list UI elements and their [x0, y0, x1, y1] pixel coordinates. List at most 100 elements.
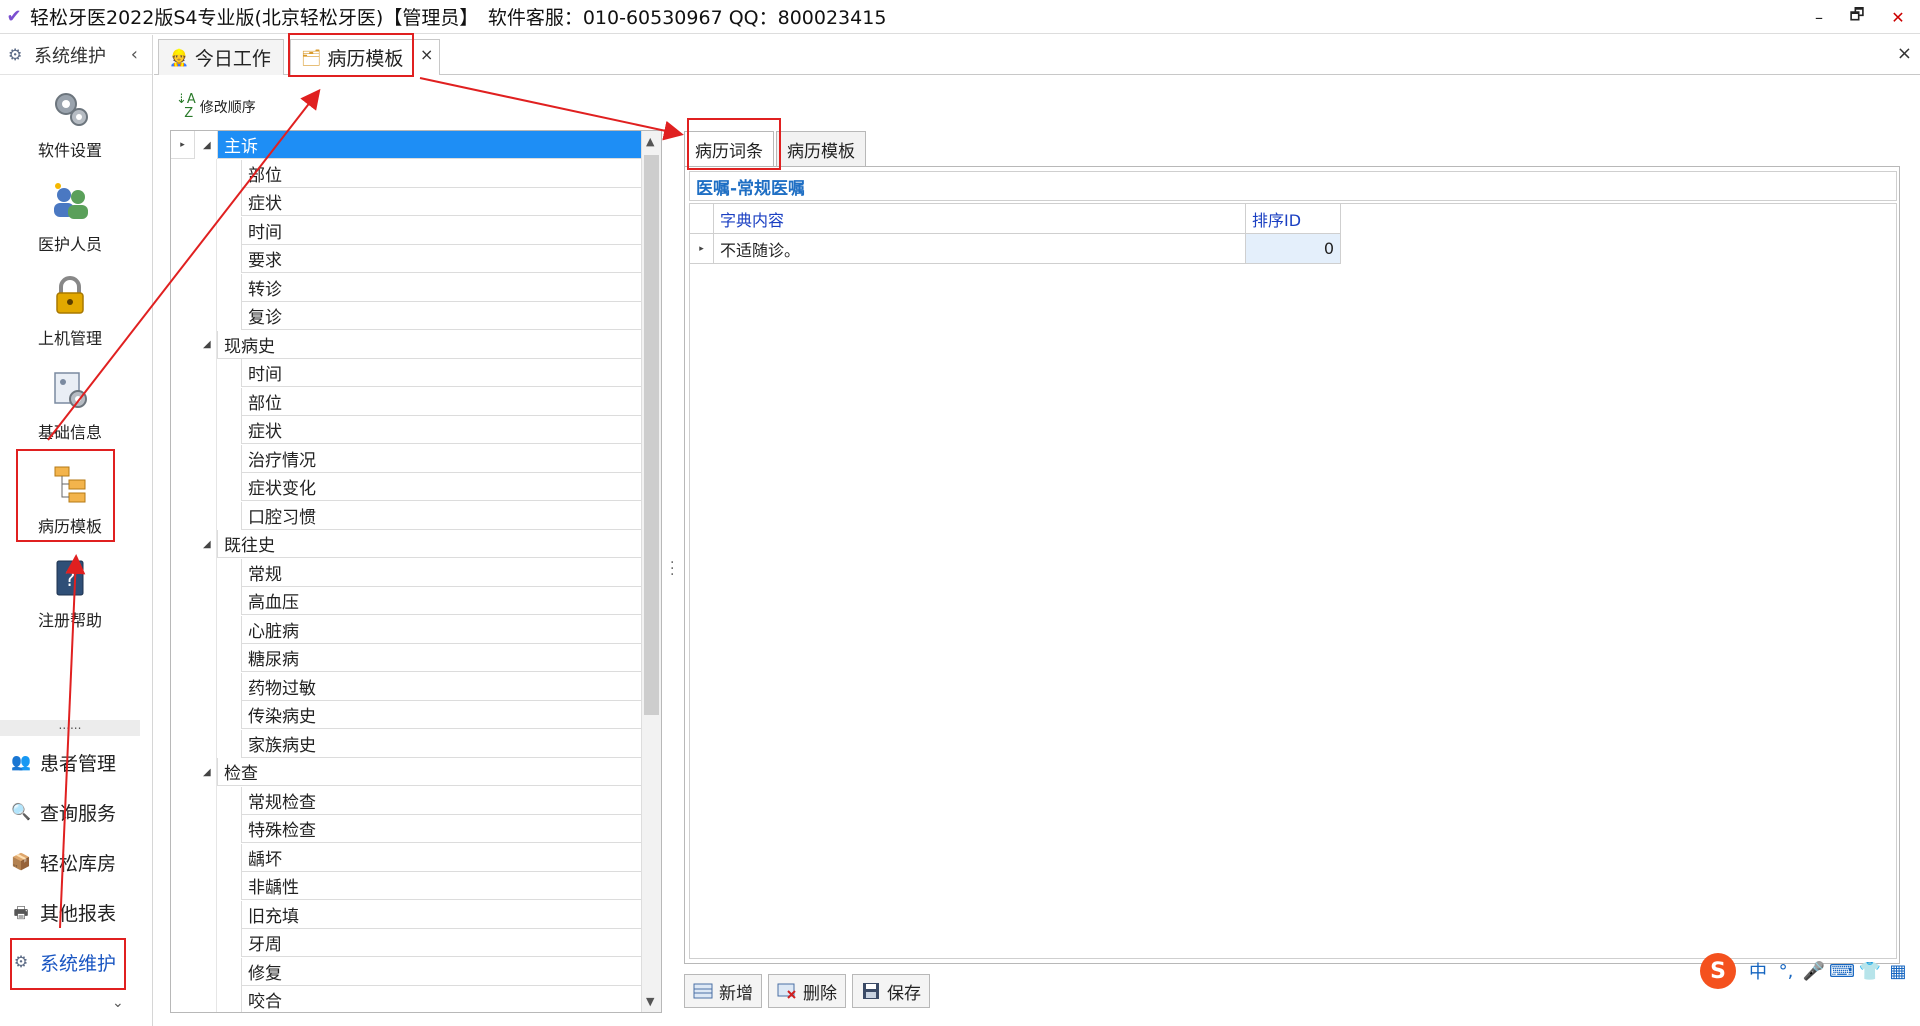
nav-module-label: 查询服务 [40, 802, 117, 825]
tree-child-row[interactable]: 高血压 [171, 587, 641, 615]
window-title: 轻松牙医2022版S4专业版(北京轻松牙医)【管理员】 软件客服：010-605… [30, 7, 887, 29]
ime-menu-icon[interactable]: ▦ [1884, 961, 1912, 982]
table-row[interactable]: ▸ 不适随诊。 0 [690, 234, 1341, 264]
group-title: 医嘱-常规医嘱 [689, 171, 1897, 201]
tree-scrollbar[interactable]: ▲ ▼ [641, 131, 661, 1012]
nav-item-login-management[interactable]: 上机管理 [0, 265, 140, 359]
tree-group-row[interactable]: ▸ ◢ 主诉 [171, 131, 641, 159]
entries-grid: 字典内容 排序ID ▸ 不适随诊。 0 [689, 203, 1897, 959]
collapse-chevron-icon[interactable]: ‹ [131, 44, 138, 65]
tree-child-row[interactable]: 旧充填 [171, 900, 641, 929]
scroll-up-icon[interactable]: ▲ [646, 135, 654, 148]
cell-content[interactable]: 不适随诊。 [714, 234, 1246, 264]
tree-child-row[interactable]: 口腔习惯 [171, 501, 641, 530]
panel-splitter[interactable]: · · · [670, 556, 674, 582]
tree-child-row[interactable]: 要求 [171, 245, 641, 273]
sogou-logo-icon[interactable]: S [1700, 953, 1736, 989]
tree-group-row[interactable]: ◢ 检查 [171, 758, 641, 786]
tree-child-label: 治疗情况 [241, 444, 641, 473]
tree-child-row[interactable]: 非龋性 [171, 872, 641, 900]
punctuation-icon[interactable]: °, [1772, 961, 1800, 982]
tree-group-row[interactable]: ◢ 现病史 [171, 330, 641, 359]
nav-item-label: 基础信息 [37, 423, 102, 442]
tree-child-label: 常规 [241, 558, 641, 587]
tree-child-label: 症状 [241, 416, 641, 444]
tree-child-row[interactable]: 症状 [171, 416, 641, 444]
tree-child-row[interactable]: 转诊 [171, 273, 641, 302]
chevron-down-icon[interactable]: ⌄ [112, 995, 124, 1011]
restore-button[interactable]: 🗗 [1838, 0, 1876, 34]
microphone-icon[interactable]: 🎤 [1800, 961, 1828, 982]
tree-child-row[interactable]: 症状 [171, 188, 641, 216]
expand-triangle-icon[interactable]: ◢ [203, 339, 211, 350]
lock-icon [49, 275, 91, 317]
tree-child-row[interactable]: 常规 [171, 558, 641, 587]
tab-close-button[interactable]: × [420, 45, 433, 64]
nav-header: ⚙ 系统维护 ‹ [0, 35, 152, 75]
tree-child-row[interactable]: 修复 [171, 957, 641, 986]
scrollbar-thumb[interactable] [644, 155, 659, 715]
expand-triangle-icon[interactable]: ◢ [203, 140, 211, 151]
tree-child-row[interactable]: 糖尿病 [171, 644, 641, 672]
tree-child-row[interactable]: 心脏病 [171, 615, 641, 644]
save-button[interactable]: 保存 [852, 974, 930, 1008]
expand-triangle-icon[interactable]: ◢ [203, 767, 211, 778]
nav-splitter[interactable]: ...... [0, 719, 140, 736]
minimize-button[interactable]: – [1800, 0, 1838, 34]
tree-group-label: 现病史 [217, 330, 641, 359]
tree-child-label: 龋坏 [241, 843, 641, 872]
tree-child-row[interactable]: 症状变化 [171, 473, 641, 501]
close-all-tabs-button[interactable]: × [1897, 43, 1912, 64]
nav-module-patient-management[interactable]: 👥 患者管理 [10, 740, 130, 784]
tree-child-row[interactable]: 咬合 [171, 986, 641, 1012]
sort-order-button[interactable]: ⇣A Z 修改顺序 [176, 93, 256, 121]
tree-child-row[interactable]: 传染病史 [171, 701, 641, 729]
tab-today-work[interactable]: 👷 今日工作 [158, 39, 284, 75]
column-header-content[interactable]: 字典内容 [714, 204, 1246, 234]
tree-child-row[interactable]: 常规检查 [171, 786, 641, 815]
tree-child-row[interactable]: 部位 [171, 159, 641, 188]
tree-child-label: 药物过敏 [241, 672, 641, 701]
tree-child-row[interactable]: 治疗情况 [171, 444, 641, 473]
nav-module-other-reports[interactable]: 🖶 其他报表 [10, 890, 130, 934]
tree-child-label: 高血压 [241, 587, 641, 615]
nav-item-registration-help[interactable]: ? 注册帮助 [0, 547, 140, 641]
tree-child-row[interactable]: 药物过敏 [171, 672, 641, 701]
app-check-icon: ✔ [6, 5, 22, 27]
tree-child-label: 时间 [241, 359, 641, 387]
nav-item-basic-info[interactable]: 基础信息 [0, 359, 140, 453]
cell-sort-id[interactable]: 0 [1246, 234, 1341, 264]
tab-label: 今日工作 [194, 48, 271, 70]
tree-child-label: 症状 [241, 188, 641, 216]
row-indicator-icon: ▸ [690, 234, 714, 264]
nav-item-software-settings[interactable]: 软件设置 [0, 77, 140, 171]
scroll-down-icon[interactable]: ▼ [646, 995, 654, 1008]
tree-child-row[interactable]: 时间 [171, 359, 641, 387]
nav-module-warehouse[interactable]: 📦 轻松库房 [10, 840, 130, 884]
tree-group-row[interactable]: ◢ 既往史 [171, 530, 641, 558]
nav-item-medical-staff[interactable]: 医护人员 [0, 171, 140, 265]
tree-child-row[interactable]: 时间 [171, 216, 641, 245]
skin-shirt-icon[interactable]: 👕 [1856, 961, 1884, 982]
add-button[interactable]: 新增 [684, 974, 762, 1008]
tab-record-templates[interactable]: 病历模板 [776, 131, 866, 167]
tree-child-label: 特殊检查 [241, 815, 641, 843]
nav-item-label: 医护人员 [37, 235, 102, 254]
tree-child-row[interactable]: 特殊检查 [171, 815, 641, 843]
column-header-sort-id[interactable]: 排序ID [1246, 204, 1341, 234]
tree-child-row[interactable]: 家族病史 [171, 729, 641, 758]
expand-triangle-icon[interactable]: ◢ [203, 539, 211, 550]
nav-module-query-service[interactable]: 🔍 查询服务 [10, 790, 130, 834]
tree-child-row[interactable]: 龋坏 [171, 843, 641, 872]
delete-button[interactable]: 删除 [768, 974, 846, 1008]
close-button[interactable]: ✕ [1876, 0, 1920, 34]
nav-module-label: 轻松库房 [40, 852, 117, 875]
tree-child-label: 心脏病 [241, 615, 641, 644]
ime-mode-toggle[interactable]: 中 [1744, 958, 1772, 984]
tree-child-row[interactable]: 复诊 [171, 302, 641, 330]
tree-child-row[interactable]: 部位 [171, 387, 641, 416]
tree-child-row[interactable]: 牙周 [171, 929, 641, 957]
keyboard-icon[interactable]: ⌨ [1828, 961, 1856, 982]
nav-header-label: 系统维护 [34, 45, 106, 67]
row-indicator-icon: ▸ [171, 131, 195, 159]
